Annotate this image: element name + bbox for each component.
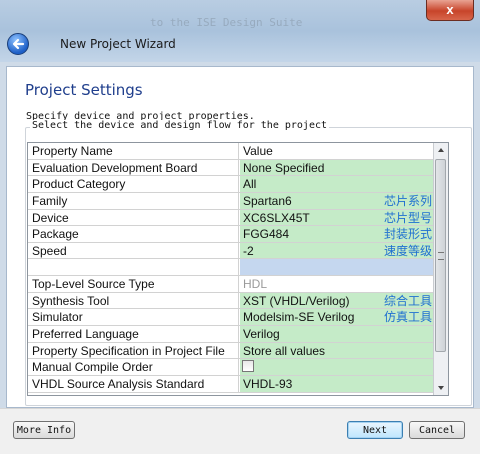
property-value-text: FGG484 xyxy=(243,227,290,242)
property-value-text: None Specified xyxy=(243,160,325,175)
property-name: Manual Compile Order xyxy=(28,359,239,375)
property-name: Top-Level Source Type xyxy=(28,276,239,292)
property-value[interactable]: XST (VHDL/Verilog) 综合工具 xyxy=(240,292,448,309)
table-row[interactable]: Product Category All xyxy=(28,176,448,193)
close-button[interactable]: x xyxy=(426,0,474,21)
property-value[interactable]: -2 速度等级 xyxy=(240,242,448,259)
property-value[interactable]: XC6SLX45T 芯片型号 xyxy=(240,209,448,226)
table-row[interactable] xyxy=(28,259,448,277)
table-row[interactable]: Manual Compile Order xyxy=(28,359,448,376)
chinese-annotation: 综合工具 xyxy=(383,293,432,308)
column-header-property: Property Name xyxy=(28,143,239,159)
more-info-button[interactable]: More Info xyxy=(13,421,75,439)
back-button[interactable] xyxy=(7,33,29,55)
property-value[interactable]: Modelsim-SE Verilog 仿真工具 xyxy=(240,309,448,326)
property-name: VHDL Source Analysis Standard xyxy=(28,375,239,392)
property-name: Synthesis Tool xyxy=(28,292,239,309)
property-name: Package xyxy=(28,226,239,242)
property-value-text: VHDL-93 xyxy=(243,376,293,391)
property-value-text: -2 xyxy=(243,243,254,258)
property-value[interactable]: None Specified xyxy=(240,159,448,176)
property-name: Family xyxy=(28,192,239,209)
property-value-text: HDL xyxy=(243,277,268,292)
back-arrow-icon xyxy=(12,38,25,50)
chinese-annotation: 封装形式 xyxy=(383,227,432,242)
table-row[interactable]: Family Spartan6 芯片系列 xyxy=(28,192,448,210)
property-name: Device xyxy=(28,209,239,226)
property-table: Property Name Value Evaluation Developme… xyxy=(27,142,449,396)
table-row[interactable]: Simulator Modelsim-SE Verilog 仿真工具 xyxy=(28,309,448,327)
scroll-up-icon[interactable] xyxy=(434,143,448,157)
table-row[interactable]: Package FGG484 封装形式 xyxy=(28,226,448,243)
property-name xyxy=(28,259,239,276)
title-bar: to the ISE Design Suite x New Project Wi… xyxy=(0,0,480,62)
property-name: Evaluation Development Board xyxy=(28,159,239,176)
property-name: Property Specification in Project File xyxy=(28,342,239,359)
property-value[interactable]: Verilog xyxy=(240,326,448,342)
table-row[interactable]: Synthesis Tool XST (VHDL/Verilog) 综合工具 xyxy=(28,292,448,310)
scroll-down-icon[interactable] xyxy=(434,381,448,395)
property-name: Preferred Language xyxy=(28,326,239,342)
property-name: Simulator xyxy=(28,309,239,326)
vertical-scrollbar[interactable] xyxy=(433,143,448,395)
property-value-text: Spartan6 xyxy=(243,193,292,208)
table-row[interactable]: Preferred Language Verilog xyxy=(28,326,448,343)
chinese-annotation: 芯片系列 xyxy=(383,193,432,208)
table-row[interactable]: Property Specification in Project File St… xyxy=(28,342,448,360)
column-header-value: Value xyxy=(243,144,273,158)
background-window-text: to the ISE Design Suite xyxy=(150,16,303,29)
wizard-footer: More Info Next Cancel xyxy=(0,408,480,454)
chinese-annotation: 仿真工具 xyxy=(383,310,432,325)
property-value[interactable]: Spartan6 芯片系列 xyxy=(240,192,448,209)
property-value[interactable] xyxy=(240,259,448,276)
property-value[interactable]: Store all values xyxy=(240,342,448,359)
chinese-annotation: 速度等级 xyxy=(383,243,432,258)
property-value-text: XC6SLX45T xyxy=(243,210,310,225)
next-button[interactable]: Next xyxy=(347,421,403,439)
table-header: Property Name Value xyxy=(28,143,448,160)
scrollbar-thumb[interactable] xyxy=(435,159,446,352)
property-value-text: All xyxy=(243,177,257,192)
property-value[interactable]: HDL xyxy=(240,276,448,292)
property-value-text: XST (VHDL/Verilog) xyxy=(243,293,350,308)
table-row[interactable]: Device XC6SLX45T 芯片型号 xyxy=(28,209,448,227)
chinese-annotation: 芯片型号 xyxy=(383,210,432,225)
property-name: Speed xyxy=(28,242,239,259)
page-title: Project Settings xyxy=(25,81,143,99)
property-checkbox-cell[interactable] xyxy=(240,359,448,375)
table-row[interactable]: Speed -2 速度等级 xyxy=(28,242,448,260)
group-label: Select the device and design flow for th… xyxy=(30,120,330,131)
window-title: New Project Wizard xyxy=(60,37,176,51)
table-row[interactable]: VHDL Source Analysis Standard VHDL-93 xyxy=(28,375,448,393)
close-icon: x xyxy=(446,2,454,17)
property-value[interactable]: VHDL-93 xyxy=(240,375,448,392)
table-row[interactable]: Top-Level Source Type HDL xyxy=(28,276,448,293)
property-name: Product Category xyxy=(28,176,239,192)
cancel-button[interactable]: Cancel xyxy=(409,421,465,439)
property-value[interactable]: FGG484 封装形式 xyxy=(240,226,448,242)
table-row[interactable]: Evaluation Development Board None Specifi… xyxy=(28,159,448,177)
property-value-text: Verilog xyxy=(243,327,280,342)
manual-compile-order-checkbox[interactable] xyxy=(242,360,254,373)
property-value-text: Modelsim-SE Verilog xyxy=(243,310,355,325)
property-value[interactable]: All xyxy=(240,176,448,192)
property-value-text: Store all values xyxy=(243,343,326,358)
